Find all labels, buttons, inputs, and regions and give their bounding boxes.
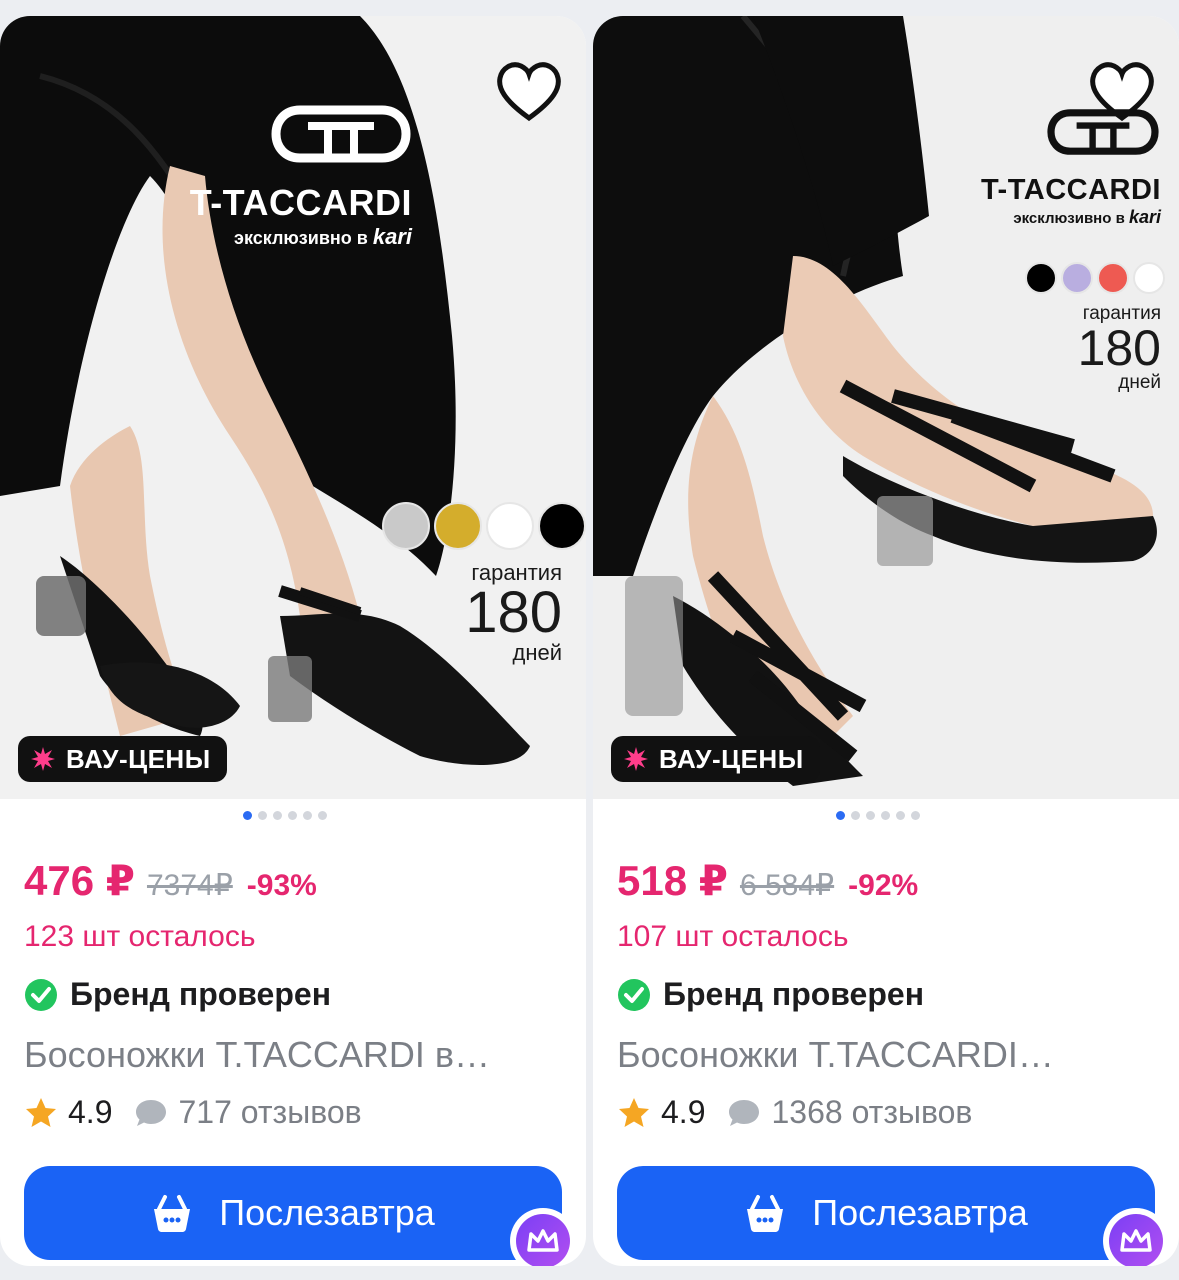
rating-value: 4.9 xyxy=(661,1094,706,1130)
brand-verified: Бренд проверен xyxy=(617,976,924,1013)
crown-icon xyxy=(1120,1229,1152,1252)
swatch-white[interactable] xyxy=(1133,262,1165,294)
stock-left: 107 шт осталось xyxy=(617,920,849,953)
rating-value: 4.9 xyxy=(68,1094,113,1130)
old-price: 7374₽ xyxy=(146,869,233,902)
rating-row: 4.9 1368 отзывов xyxy=(617,1094,972,1131)
image-pager xyxy=(836,811,920,820)
brand-name: T-TACCARDI xyxy=(189,182,412,223)
brand-name: T-TACCARDI xyxy=(980,174,1161,206)
star-icon xyxy=(26,1097,56,1127)
store-name: kari xyxy=(372,224,412,249)
image-pager xyxy=(243,811,327,820)
pager-dot[interactable] xyxy=(318,811,327,820)
swatch-silver[interactable] xyxy=(382,502,430,550)
pager-dot[interactable] xyxy=(288,811,297,820)
star-icon xyxy=(619,1097,649,1127)
color-swatches xyxy=(382,502,586,550)
current-price: 518 ₽ xyxy=(617,857,728,904)
brand-block: T-TACCARDI эксклюзивно в kari xyxy=(949,108,1161,228)
pager-dot[interactable] xyxy=(911,811,920,820)
crown-icon xyxy=(527,1229,559,1252)
swatch-coral[interactable] xyxy=(1097,262,1129,294)
pager-dot[interactable] xyxy=(851,811,860,820)
reviews-count[interactable]: 1368 отзывов xyxy=(771,1094,972,1131)
burst-icon xyxy=(624,747,648,771)
old-price: 6 584₽ xyxy=(739,869,835,902)
product-card[interactable]: T-TACCARDI эксклюзивно в kari гарантия 1… xyxy=(0,16,586,1266)
add-to-cart-button[interactable]: Послезавтра xyxy=(24,1166,562,1260)
product-card[interactable]: T-TACCARDI эксклюзивно в kari гарантия 1… xyxy=(593,16,1179,1266)
crown-button[interactable] xyxy=(1103,1208,1169,1266)
brand-exclusive: эксклюзивно в kari xyxy=(160,224,412,250)
pager-dot[interactable] xyxy=(896,811,905,820)
warranty-days: 180 xyxy=(1077,320,1161,376)
basket-icon xyxy=(154,1195,191,1232)
stock-left: 123 шт осталось xyxy=(24,920,256,953)
heart-icon[interactable] xyxy=(494,58,564,128)
crown-button[interactable] xyxy=(510,1208,576,1266)
swatch-gold[interactable] xyxy=(434,502,482,550)
warranty-label: гарантия 180 дней xyxy=(440,562,562,664)
chat-bubble-icon xyxy=(729,1099,760,1126)
check-circle-icon xyxy=(25,978,57,1011)
brand-block: T-TACCARDI эксклюзивно в kari xyxy=(160,104,412,250)
crown-badge xyxy=(1109,1214,1163,1266)
swatch-black[interactable] xyxy=(538,502,586,550)
crown-badge xyxy=(516,1214,570,1266)
warranty-unit: дней xyxy=(512,640,562,665)
basket-icon xyxy=(747,1195,784,1232)
color-swatches xyxy=(1025,262,1165,294)
brand-verified: Бренд проверен xyxy=(24,976,331,1013)
verified-label: Бренд проверен xyxy=(70,976,332,1012)
cart-label: Послезавтра xyxy=(219,1192,435,1233)
price-row: 476 ₽ 7374₽ -93% xyxy=(24,856,317,905)
product-grid: T-TACCARDI эксклюзивно в kari гарантия 1… xyxy=(0,0,1179,1280)
swatch-lavender[interactable] xyxy=(1061,262,1093,294)
warranty-days: 180 xyxy=(465,580,562,645)
chat-bubble-icon xyxy=(136,1099,167,1126)
product-photo[interactable]: T-TACCARDI эксклюзивно в kari гарантия 1… xyxy=(593,16,1179,799)
current-price: 476 ₽ xyxy=(24,857,135,904)
store-name: kari xyxy=(1128,207,1161,227)
promo-badge: ВАУ-ЦЕНЫ xyxy=(611,736,820,782)
add-to-cart-button[interactable]: Послезавтра xyxy=(617,1166,1155,1260)
pager-dot[interactable] xyxy=(881,811,890,820)
discount: -92% xyxy=(848,869,919,902)
pager-dot[interactable] xyxy=(303,811,312,820)
burst-icon xyxy=(31,747,55,771)
brand-logo xyxy=(1047,109,1159,155)
reviews-count[interactable]: 717 отзывов xyxy=(178,1094,361,1131)
pager-dot[interactable] xyxy=(258,811,267,820)
swatch-black[interactable] xyxy=(1025,262,1057,294)
promo-badge: ВАУ-ЦЕНЫ xyxy=(18,736,227,782)
warranty-label: гарантия 180 дней xyxy=(1049,304,1161,392)
pager-dot[interactable] xyxy=(273,811,282,820)
cart-label: Послезавтра xyxy=(812,1192,1028,1233)
badge-label: ВАУ-ЦЕНЫ xyxy=(659,743,804,774)
discount: -93% xyxy=(246,869,317,902)
check-circle-icon xyxy=(618,978,650,1011)
product-title[interactable]: Босоножки T.TACCARDI… xyxy=(617,1034,1157,1076)
verified-label: Бренд проверен xyxy=(663,976,925,1012)
price-row: 518 ₽ 6 584₽ -92% xyxy=(617,856,918,905)
badge-label: ВАУ-ЦЕНЫ xyxy=(66,743,211,774)
swatch-white[interactable] xyxy=(486,502,534,550)
pager-dot[interactable] xyxy=(836,811,845,820)
brand-logo xyxy=(271,105,411,163)
pager-dot[interactable] xyxy=(243,811,252,820)
product-title[interactable]: Босоножки T.TACCARDI в… xyxy=(24,1034,564,1076)
exclusive-text: эксклюзивно в xyxy=(1013,210,1125,227)
rating-row: 4.9 717 отзывов xyxy=(24,1094,362,1131)
brand-exclusive: эксклюзивно в kari xyxy=(949,207,1161,228)
exclusive-text: эксклюзивно в xyxy=(234,228,368,248)
product-photo[interactable]: T-TACCARDI эксклюзивно в kari гарантия 1… xyxy=(0,16,586,799)
pager-dot[interactable] xyxy=(866,811,875,820)
